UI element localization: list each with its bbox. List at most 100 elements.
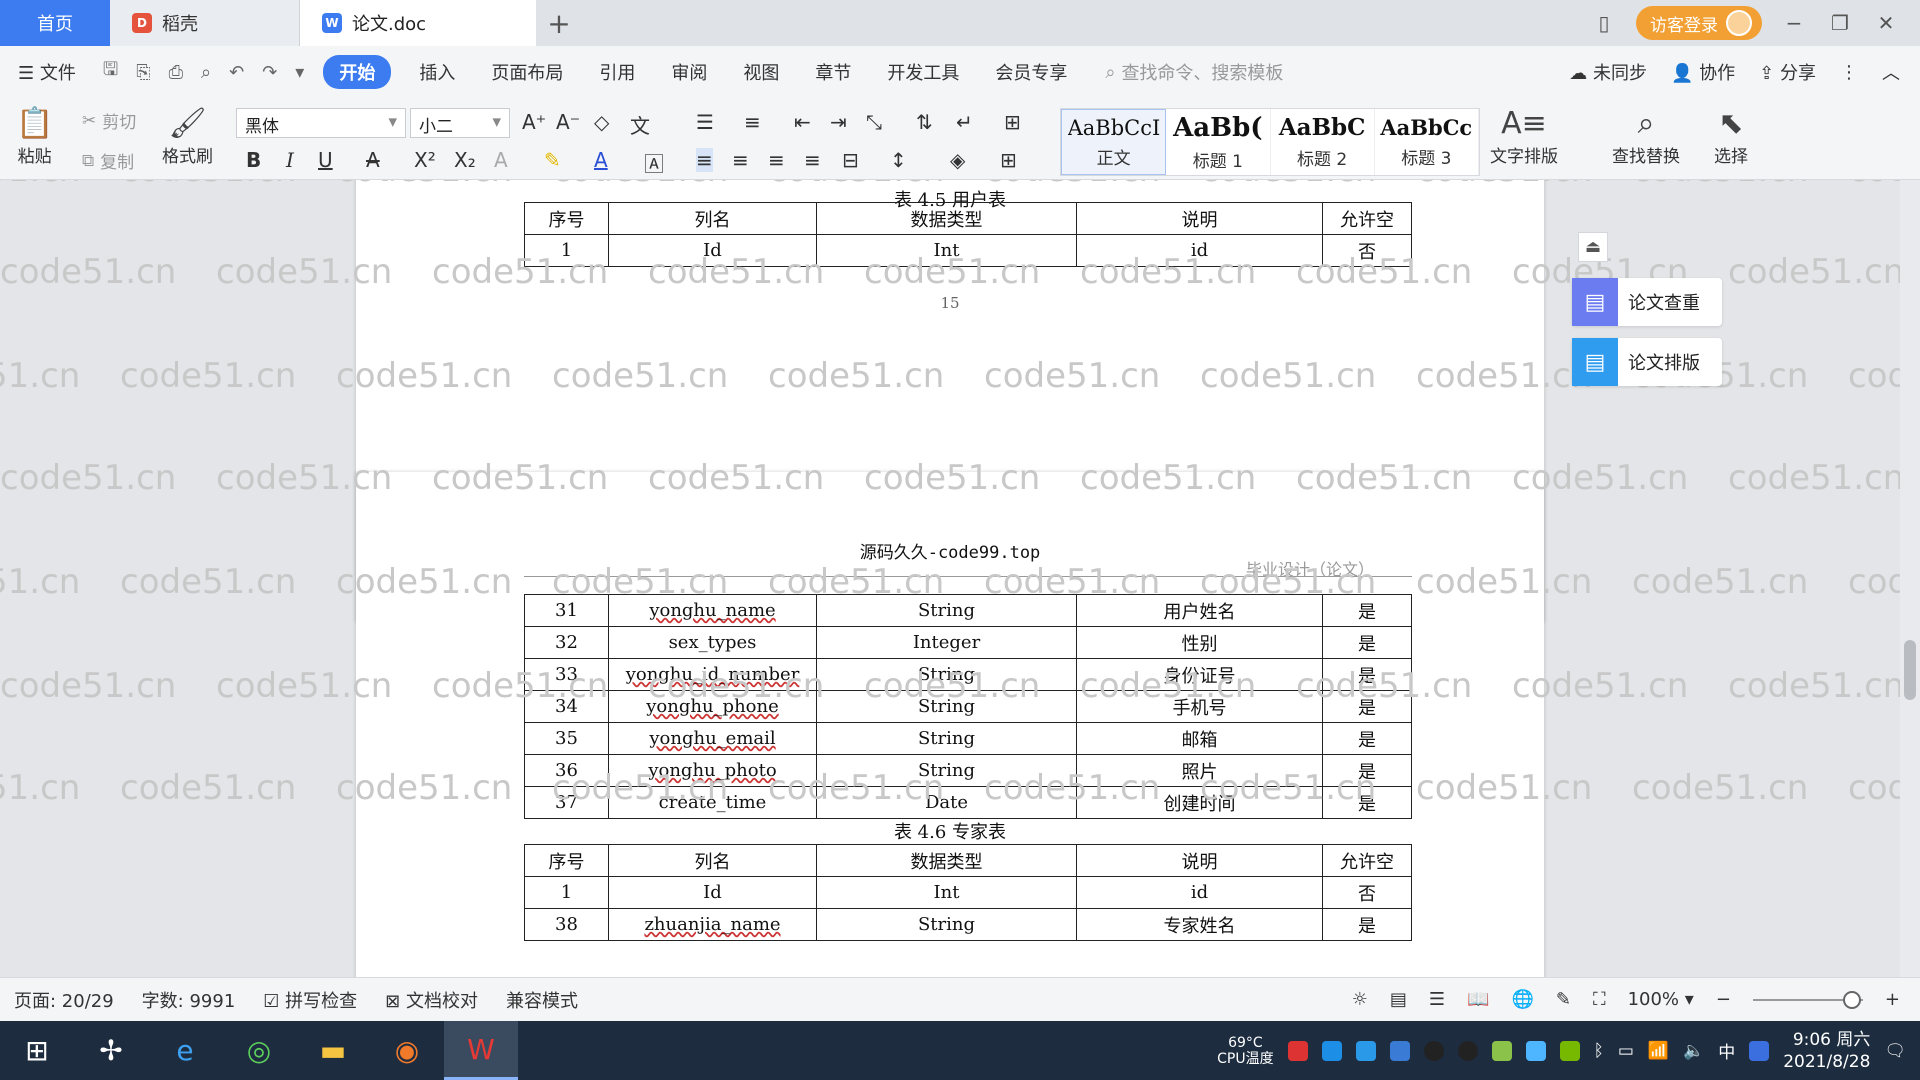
scrollbar-thumb[interactable]: [1904, 640, 1916, 700]
strikethrough-icon[interactable]: A: [366, 148, 380, 172]
numbered-list-icon[interactable]: ≡: [744, 110, 761, 134]
bold-icon[interactable]: B: [246, 148, 261, 172]
tab-review[interactable]: 审阅: [653, 59, 725, 85]
cut-button[interactable]: ✂ 剪切: [82, 108, 136, 134]
shrink-font-icon[interactable]: A⁻: [556, 110, 580, 134]
line-spacing-icon[interactable]: ↕: [890, 148, 907, 172]
text-layout-button[interactable]: A≡ 文字排版: [1490, 106, 1558, 167]
fit-page-icon[interactable]: ⛶: [1593, 989, 1606, 1010]
minimize-button[interactable]: −: [1780, 11, 1808, 35]
paper-check-button[interactable]: ▤ 论文查重: [1572, 278, 1722, 326]
phonetic-icon[interactable]: 文: [630, 110, 650, 139]
start-icon[interactable]: ⊞: [0, 1021, 74, 1080]
page-view-icon[interactable]: ▤: [1390, 989, 1407, 1010]
align-center-icon[interactable]: ≡: [732, 148, 749, 172]
grow-font-icon[interactable]: A⁺: [522, 110, 546, 134]
clear-format-icon[interactable]: ◇: [594, 110, 609, 134]
spell-check-button[interactable]: ☑ 拼写检查: [249, 987, 371, 1013]
align-right-icon[interactable]: ≡: [768, 148, 785, 172]
style-heading-3[interactable]: AaBbCcI 标题 3: [1375, 109, 1479, 175]
tab-page-layout[interactable]: 页面布局: [473, 59, 581, 85]
style-normal[interactable]: AaBbCcI 正文: [1061, 109, 1167, 175]
sort-icon[interactable]: ⇅: [916, 110, 933, 134]
export-icon[interactable]: ⎘: [127, 62, 159, 83]
zoom-level[interactable]: 100% ▾: [1628, 989, 1694, 1010]
text-direction-icon[interactable]: ⤡: [866, 110, 882, 134]
font-family-select[interactable]: 黑体 ▾: [236, 108, 406, 138]
zoom-out-icon[interactable]: −: [1716, 989, 1731, 1010]
shading-icon[interactable]: ◈: [950, 148, 965, 172]
style-heading-2[interactable]: AaBbC 标题 2: [1271, 109, 1375, 175]
page-current[interactable]: 源码久久-code99.top 毕业设计（论文） 31 yonghu_name St…: [356, 472, 1544, 977]
tab-daoke[interactable]: D 稻壳: [110, 0, 300, 46]
tray-app-icon[interactable]: [1321, 1040, 1342, 1061]
new-tab-button[interactable]: +: [536, 0, 582, 46]
increase-indent-icon[interactable]: ⇥: [830, 110, 847, 134]
tab-member[interactable]: 会员专享: [977, 59, 1085, 85]
font-color-icon[interactable]: A: [594, 148, 608, 172]
vertical-scrollbar[interactable]: [1900, 180, 1920, 977]
collapse-ribbon-icon[interactable]: ︿: [1882, 59, 1900, 85]
guest-login-button[interactable]: 访客登录: [1636, 6, 1762, 40]
tab-references[interactable]: 引用: [581, 59, 653, 85]
battery-icon[interactable]: ▭: [1618, 1041, 1634, 1061]
char-border-icon[interactable]: 🄰: [644, 148, 664, 177]
zoom-in-icon[interactable]: +: [1885, 989, 1900, 1010]
proofread-button[interactable]: ⊠ 文档校对: [371, 987, 492, 1013]
shield-icon[interactable]: [1389, 1040, 1410, 1061]
style-heading-1[interactable]: AaBb(标题 1: [1166, 109, 1271, 175]
tray-app-icon[interactable]: [1491, 1040, 1512, 1061]
web-view-icon[interactable]: 🌐: [1511, 989, 1533, 1010]
bullet-list-icon[interactable]: ☰: [696, 110, 714, 134]
tray-app-icon[interactable]: [1525, 1040, 1546, 1061]
collab-button[interactable]: 👤 协作: [1671, 59, 1735, 85]
tab-view[interactable]: 视图: [725, 59, 797, 85]
underline-icon[interactable]: U: [318, 148, 333, 172]
zoom-slider-knob[interactable]: [1842, 990, 1861, 1009]
cpu-temperature[interactable]: 69°C CPU温度: [1217, 1035, 1273, 1067]
eye-protection-icon[interactable]: ☼: [1352, 989, 1368, 1010]
browser-360-icon[interactable]: ◎: [222, 1021, 296, 1080]
file-explorer-icon[interactable]: ▬: [296, 1021, 370, 1080]
tab-document[interactable]: W 论文.doc: [300, 0, 536, 46]
tab-chapter[interactable]: 章节: [797, 59, 869, 85]
wifi-icon[interactable]: 📶: [1648, 1041, 1669, 1061]
customize-dropdown-icon[interactable]: ▾: [286, 62, 313, 83]
select-button[interactable]: ⬉ 选择: [1714, 106, 1748, 167]
line-break-icon[interactable]: ↵: [956, 110, 973, 134]
pinwheel-app-icon[interactable]: ✢: [74, 1021, 148, 1080]
collapse-panel-icon[interactable]: ⏏: [1578, 232, 1608, 262]
nvidia-icon[interactable]: [1559, 1040, 1580, 1061]
borders-icon[interactable]: ⊞: [1000, 148, 1017, 172]
outline-view-icon[interactable]: ☰: [1429, 989, 1445, 1010]
tray-app-icon[interactable]: [1355, 1040, 1376, 1061]
notification-icon[interactable]: 🗨: [1884, 1041, 1906, 1061]
paper-layout-button[interactable]: ▤ 论文排版: [1572, 338, 1722, 386]
page-indicator[interactable]: 页面: 20/29: [0, 987, 128, 1013]
print-icon[interactable]: ⎙: [160, 62, 192, 83]
redo-icon[interactable]: ↷: [253, 62, 286, 83]
command-search[interactable]: ⌕ 查找命令、搜索模板: [1105, 59, 1283, 85]
format-painter-button[interactable]: 🖌 格式刷: [162, 106, 213, 167]
file-menu[interactable]: ☰ 文件: [0, 59, 94, 85]
tab-developer[interactable]: 开发工具: [869, 59, 977, 85]
superscript-icon[interactable]: X²: [414, 148, 436, 172]
font-size-select[interactable]: 小二 ▾: [410, 108, 510, 138]
undo-icon[interactable]: ↶: [220, 62, 253, 83]
share-button[interactable]: ⇪ 分享: [1759, 59, 1816, 85]
italic-icon[interactable]: I: [286, 148, 294, 172]
ie-browser-icon[interactable]: e: [148, 1021, 222, 1080]
input-method-icon[interactable]: [1749, 1040, 1770, 1061]
bluetooth-icon[interactable]: ᛒ: [1594, 1041, 1604, 1061]
text-effect-icon[interactable]: A: [494, 148, 508, 172]
paste-button[interactable]: 📋 粘贴: [16, 106, 53, 167]
zoom-slider[interactable]: [1752, 990, 1863, 1009]
ruler-icon[interactable]: ⊞: [1004, 110, 1021, 134]
tab-home[interactable]: 首页: [0, 0, 110, 46]
sync-button[interactable]: ☁ 未同步: [1569, 59, 1647, 85]
tab-start[interactable]: 开始: [323, 55, 392, 89]
align-left-icon[interactable]: ≡: [696, 148, 713, 172]
distribute-icon[interactable]: ⊟: [842, 148, 859, 172]
recorder-app-icon[interactable]: ◉: [370, 1021, 444, 1080]
volume-icon[interactable]: 🔈: [1683, 1041, 1704, 1061]
